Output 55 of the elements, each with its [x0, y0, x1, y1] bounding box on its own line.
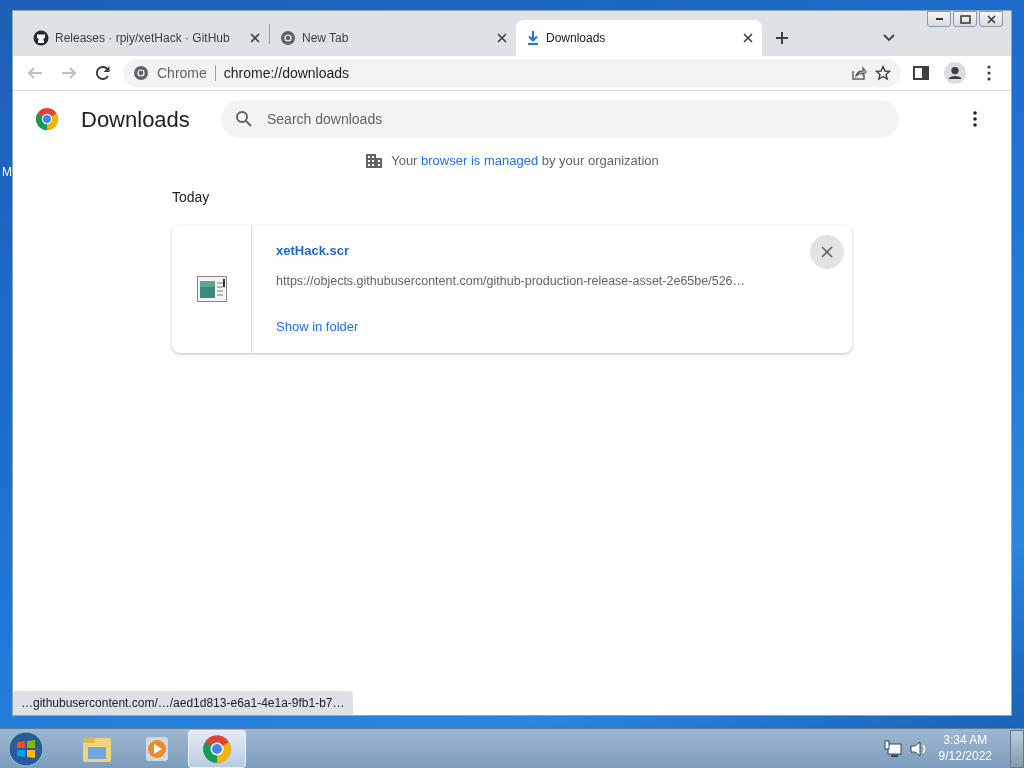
managed-link[interactable]: browser is managed [421, 153, 539, 168]
taskbar-button[interactable] [188, 729, 246, 768]
tab-title: Releases · rpiy/xetHack · GitHub [55, 30, 231, 47]
profile-icon [944, 62, 966, 84]
building-icon [365, 152, 384, 169]
file-name-link[interactable]: xetHack.scr [276, 240, 349, 260]
page-title: Downloads [81, 105, 191, 134]
browser-tab[interactable]: Releases · rpiy/xetHack · GitHub [23, 20, 269, 56]
status-bubble: …githubusercontent.com/…/aed1d813-e6a1-4e1a-9fb1-b7… [13, 691, 353, 715]
close-icon[interactable] [249, 32, 261, 44]
side-panel-icon [912, 64, 930, 82]
plus-icon [775, 30, 789, 45]
search-icon [235, 110, 253, 128]
minimize-button[interactable] [927, 11, 951, 27]
chrome-logo-icon [35, 107, 59, 131]
clock-date: 9/12/2022 [938, 748, 992, 765]
show-in-folder-link[interactable]: Show in folder [276, 316, 359, 337]
url-text: chrome://downloads [223, 63, 351, 83]
reload-icon [94, 64, 112, 82]
source-url: https://objects.githubusercontent.com/github-production-release-asset-2e65be/526… [276, 273, 746, 290]
profile-button[interactable] [941, 59, 969, 87]
browser-tab[interactable]: Downloads [516, 20, 762, 56]
download-icon [526, 30, 540, 46]
site-chip: Chrome [157, 65, 216, 81]
more-icon [972, 110, 978, 128]
browser-tab[interactable]: New Tab [270, 20, 516, 56]
minimize-icon [935, 18, 943, 20]
address-bar[interactable]: Chrome chrome://downloads [123, 59, 901, 87]
menu-icon [987, 65, 991, 81]
close-icon[interactable] [742, 32, 754, 44]
network-icon [882, 739, 903, 758]
caret-icon [883, 33, 895, 42]
desktop-icon-label: M [2, 164, 12, 181]
close-button[interactable] [979, 11, 1003, 27]
show-desktop-button[interactable] [1010, 729, 1024, 768]
share-icon[interactable] [851, 65, 867, 81]
close-icon [984, 13, 998, 25]
managed-notice: Your browser is managed by your organization [391, 152, 659, 170]
search-field[interactable]: Search downloads [221, 100, 899, 138]
clock-time: 3:34 AM [942, 732, 989, 749]
maximize-button[interactable] [953, 11, 977, 27]
github-icon [33, 30, 49, 46]
chrome-icon [202, 733, 232, 764]
chrome-icon [133, 65, 149, 81]
close-icon [821, 245, 833, 258]
maximize-icon [958, 13, 972, 25]
tab-title: New Tab [302, 30, 350, 47]
close-icon[interactable] [496, 32, 508, 44]
star-icon[interactable] [875, 65, 891, 81]
date-heading: Today [172, 187, 211, 207]
media-player-icon [143, 734, 171, 763]
chrome-icon [280, 30, 296, 46]
remove-button[interactable] [810, 234, 844, 269]
file-icon [196, 275, 227, 302]
tab-title: Downloads [546, 30, 607, 47]
